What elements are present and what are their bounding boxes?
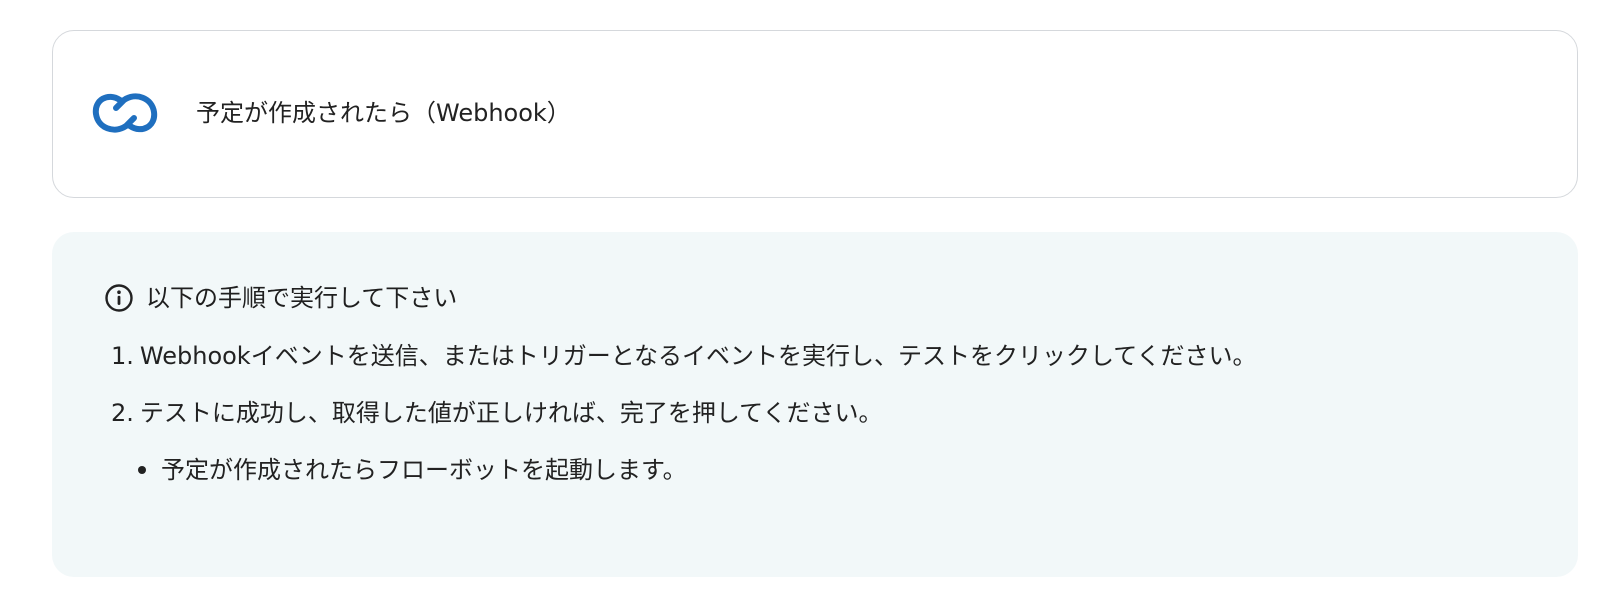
- trigger-card[interactable]: 予定が作成されたら（Webhook）: [52, 30, 1578, 198]
- trigger-title: 予定が作成されたら（Webhook）: [196, 99, 571, 127]
- step-number: 1.: [111, 342, 134, 370]
- instruction-step-2: 2. テストに成功し、取得した値が正しければ、完了を押してください。: [111, 397, 882, 429]
- info-icon: [105, 284, 133, 312]
- instruction-step-1: 1. Webhookイベントを送信、またはトリガーとなるイベントを実行し、テストを…: [111, 340, 1257, 372]
- step-text: Webhookイベントを送信、またはトリガーとなるイベントを実行し、テストをクリ…: [139, 342, 1257, 370]
- step-text: テストに成功し、取得した値が正しければ、完了を押してください。: [139, 399, 883, 427]
- linked-rings-icon: [92, 93, 158, 133]
- step-number: 2.: [111, 399, 134, 427]
- bullet-dot: [138, 466, 146, 474]
- instructions-panel: 以下の手順で実行して下さい 1. Webhookイベントを送信、またはトリガーとな…: [52, 232, 1578, 577]
- bullet-text: 予定が作成されたらフローボットを起動します。: [161, 456, 687, 484]
- instruction-bullet: 予定が作成されたらフローボットを起動します。: [138, 454, 687, 486]
- instructions-heading-text: 以下の手順で実行して下さい: [146, 284, 458, 312]
- instructions-heading: 以下の手順で実行して下さい: [104, 282, 457, 314]
